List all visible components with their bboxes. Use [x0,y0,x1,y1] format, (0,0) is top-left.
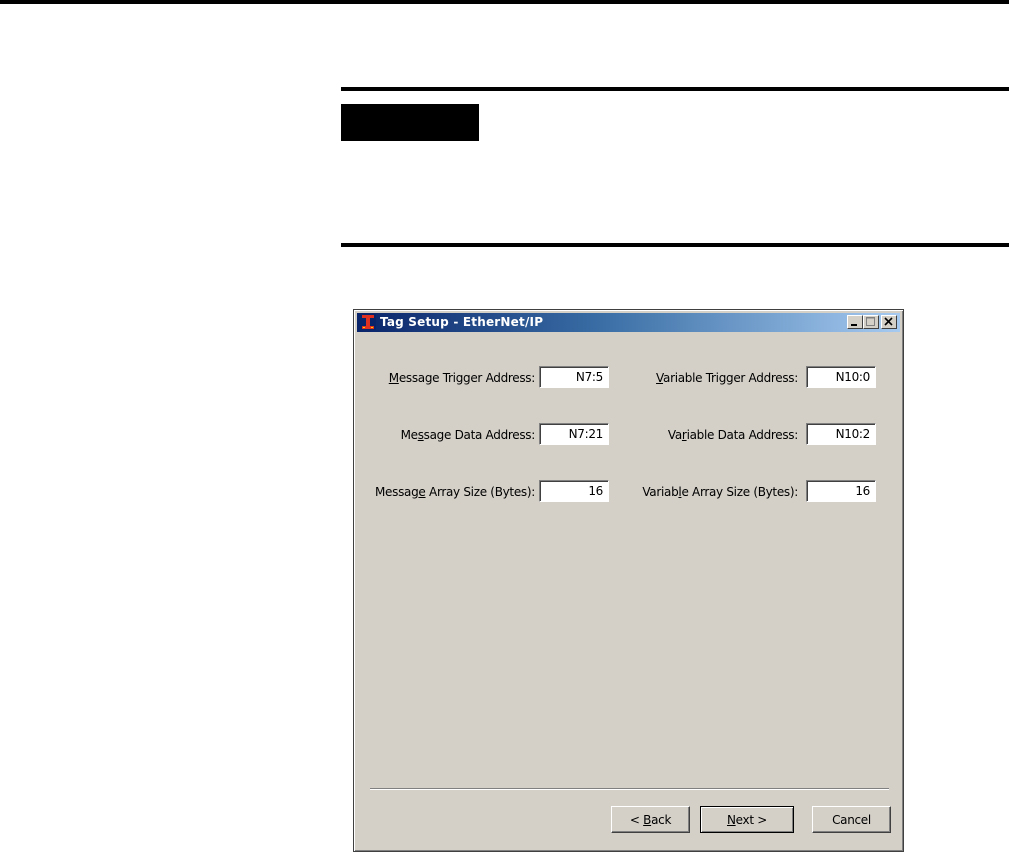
maximize-button[interactable] [863,315,879,329]
note-bottom-rule [341,243,1009,247]
next-button[interactable]: Next > [700,806,794,833]
variable-trigger-address-input[interactable]: N10:0 [806,366,876,388]
back-button[interactable]: < Back [611,806,690,833]
message-trigger-address-input[interactable]: N7:5 [539,366,609,388]
note-label-block [341,104,479,141]
variable-array-size-label: Variable Array Size (Bytes): [642,485,798,499]
maximize-icon [866,317,875,326]
title-bar[interactable]: Tag Setup - EtherNet/IP [357,313,900,332]
variable-data-address-input[interactable]: N10:2 [806,423,876,445]
dialog-title: Tag Setup - EtherNet/IP [380,315,544,329]
cancel-button[interactable]: Cancel [812,806,891,833]
close-icon [884,317,893,326]
message-array-size-input[interactable]: 16 [539,480,609,502]
variable-array-size-input[interactable]: 16 [806,480,876,502]
message-array-size-label: Message Array Size (Bytes): [375,485,535,499]
app-icon [360,314,376,330]
variable-data-address-label: Variable Data Address: [667,428,798,442]
top-rule [0,0,1009,4]
minimize-icon [851,324,857,326]
variable-trigger-address-label: Variable Trigger Address: [656,371,798,385]
message-data-address-label: Message Data Address: [400,428,536,442]
minimize-button[interactable] [847,315,863,329]
tag-setup-dialog: Tag Setup - EtherNet/IP Message Trigger … [353,309,904,852]
message-trigger-address-label: Message Trigger Address: [388,371,536,385]
button-separator [370,788,889,790]
message-data-address-input[interactable]: N7:21 [539,423,609,445]
note-top-rule [341,87,1009,91]
close-button[interactable] [881,315,897,329]
